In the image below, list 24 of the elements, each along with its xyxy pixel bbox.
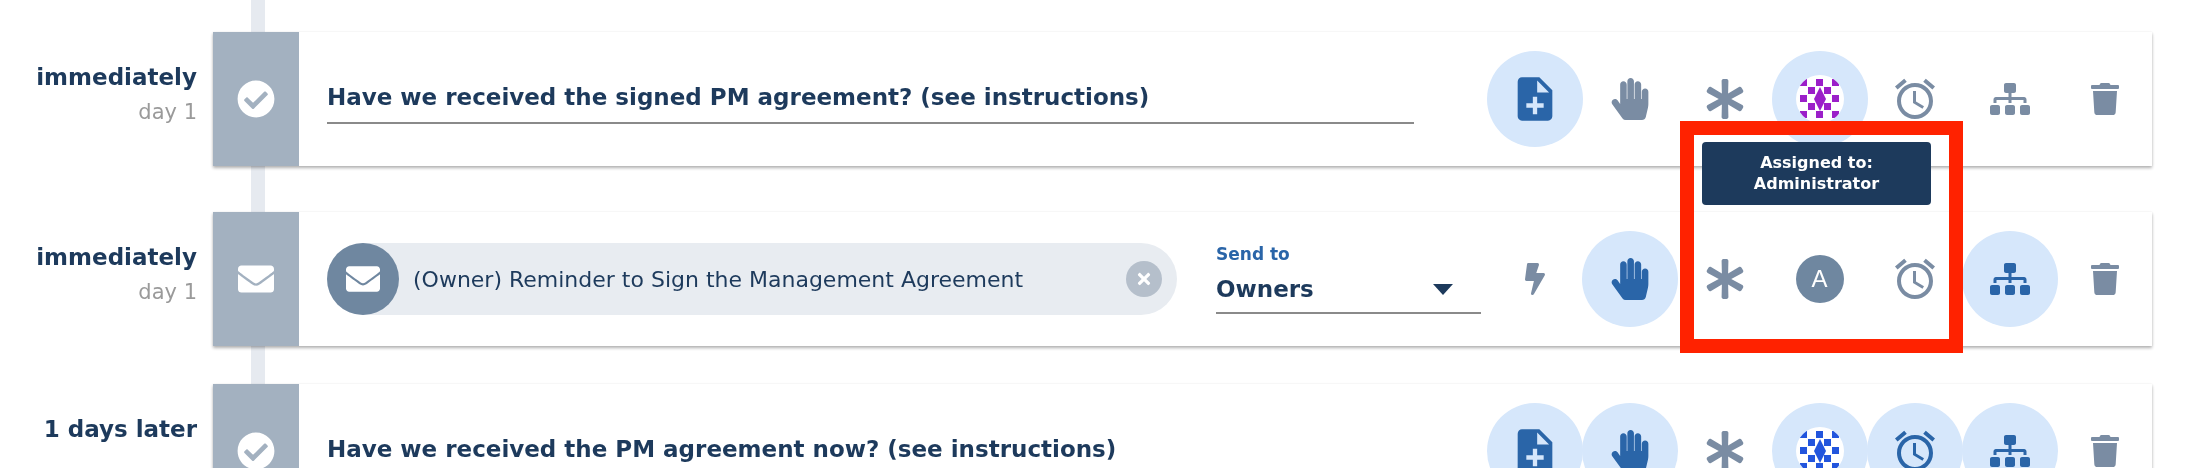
caret-icon [1433,283,1453,295]
step-day: day 1 [138,100,197,124]
avatar-initial: A [1795,255,1844,303]
send-to-label: Send to [1216,244,1290,264]
step-timing: 1 days later [43,416,197,442]
trash-icon [2088,263,2121,295]
check-icon [237,80,275,118]
check-icon [237,432,275,468]
tooltip: Assigned to: Administrator [1702,142,1931,205]
email-template-name: (Owner) Reminder to Sign the Management Agreement [412,266,1025,292]
step-title-field[interactable]: Have we received the PM agreement now? (see instructions) [327,426,1414,468]
recipient-select[interactable]: Owners [1216,270,1481,314]
email-template-chip[interactable]: (Owner) Reminder to Sign the Management Agreement [327,243,1177,315]
step-action-button[interactable]: A [1771,231,1868,327]
asterisk-icon [1704,431,1745,468]
asterisk-icon [1704,79,1745,119]
step-title-field[interactable]: Have we received the signed PM agreement? (see instructions) [327,74,1414,124]
step-day: day 1 [138,280,197,304]
close-icon [1135,270,1153,288]
trash-icon [2088,83,2121,115]
asterisk-icon [1704,259,1745,299]
trash-icon [2088,435,2121,467]
step-timing: immediately [36,64,197,90]
step-timing: immediately [36,244,197,270]
